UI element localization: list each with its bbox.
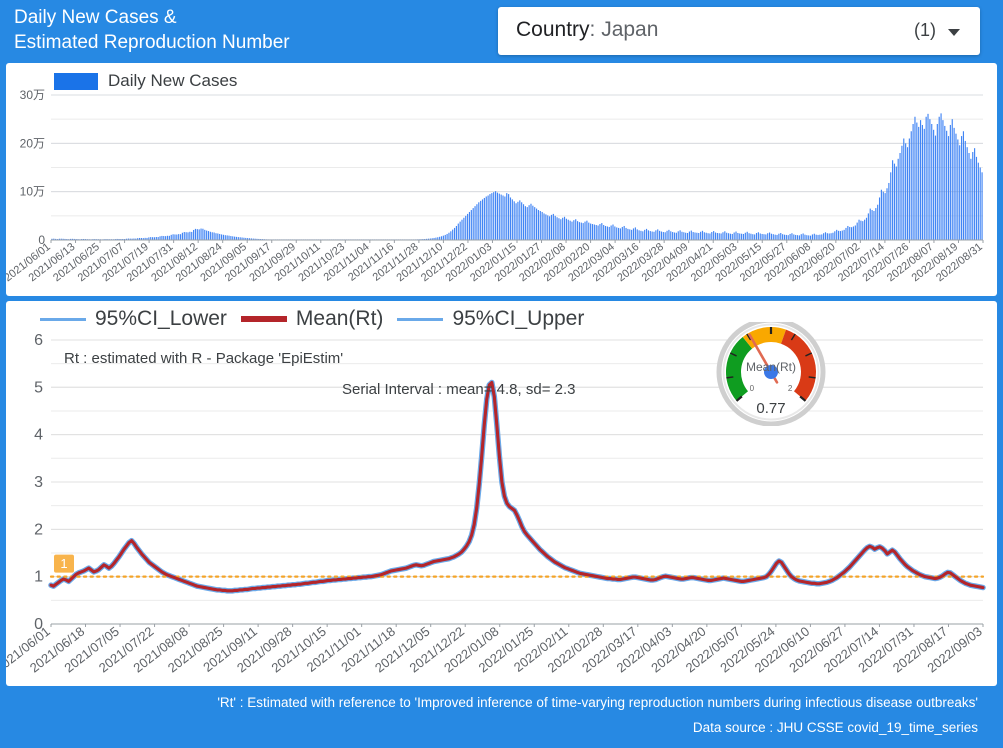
legend-item-mean-rt: Mean(Rt) xyxy=(240,307,384,331)
daily-new-cases-chart: 010万20万30万2021/06/012021/06/132021/06/25… xyxy=(6,88,985,284)
legend-item-ci-upper: 95%CI_Upper xyxy=(397,307,584,331)
cases-legend: Daily New Cases xyxy=(54,71,237,91)
ci-lower-label: 95%CI_Lower xyxy=(95,307,227,330)
rt-legend: 95%CI_Lower Mean(Rt) 95%CI_Upper xyxy=(40,307,584,331)
gauge-title: Mean(Rt) xyxy=(745,360,796,374)
svg-text:1: 1 xyxy=(60,556,67,571)
reproduction-number-panel: 0 1 2 3 4 5 6 1 2021/06/01 2021/06/18 2021/07/05 20… xyxy=(6,301,997,686)
footer-data-source: Data source : JHU CSSE covid_19_time_ser… xyxy=(692,720,978,735)
svg-text:0: 0 xyxy=(750,384,755,393)
ci-upper-swatch xyxy=(397,317,444,321)
svg-text:6: 6 xyxy=(34,332,43,349)
country-selector[interactable]: Country: Japan (1) xyxy=(498,7,980,55)
legend-item-ci-lower: 95%CI_Lower xyxy=(40,307,227,331)
country-selection-count: (1) xyxy=(914,20,936,40)
svg-text:4: 4 xyxy=(34,427,43,444)
mean-rt-label: Mean(Rt) xyxy=(295,307,384,330)
country-selector-label: Country: Japan xyxy=(516,18,659,41)
mean-rt-swatch xyxy=(240,316,287,322)
svg-text:3: 3 xyxy=(34,474,43,491)
page-title: Daily New Cases & Estimated Reproduction… xyxy=(14,7,290,53)
daily-new-cases-panel: 0 10万 20万 30万 2021/06/01 2021/06/13 2021/06/25… xyxy=(6,63,997,296)
ci-lower-swatch xyxy=(40,317,86,321)
svg-text:2: 2 xyxy=(788,384,793,393)
ci-upper-label: 95%CI_Upper xyxy=(452,307,585,330)
svg-text:30万: 30万 xyxy=(20,88,45,102)
footer: 'Rt' : Estimated with reference to 'Impr… xyxy=(0,688,1003,748)
svg-text:20万: 20万 xyxy=(20,136,45,150)
svg-text:1: 1 xyxy=(34,569,43,586)
chevron-down-icon[interactable] xyxy=(948,29,960,36)
rt-method-note: Rt : estimated with R - Package 'EpiEsti… xyxy=(64,350,344,367)
svg-text:10万: 10万 xyxy=(20,185,45,199)
svg-text:5: 5 xyxy=(34,379,43,396)
cases-legend-swatch xyxy=(54,72,98,90)
country-value-text: Japan xyxy=(601,18,659,41)
mean-rt-gauge: 0 2 Mean(Rt) 0.77 xyxy=(714,317,828,431)
footer-reference-note: 'Rt' : Estimated with reference to 'Impr… xyxy=(217,695,978,710)
app-header: Daily New Cases & Estimated Reproduction… xyxy=(0,0,1003,62)
gauge-value: 0.77 xyxy=(756,400,786,417)
country-label-text: Country xyxy=(516,18,590,41)
serial-interval-note: Serial Interval : mean= 4.8, sd= 2.3 xyxy=(342,381,576,398)
svg-text:2: 2 xyxy=(34,521,43,538)
cases-legend-label: Daily New Cases xyxy=(108,71,238,90)
dashboard-root: Daily New Cases & Estimated Reproduction… xyxy=(0,0,1003,748)
